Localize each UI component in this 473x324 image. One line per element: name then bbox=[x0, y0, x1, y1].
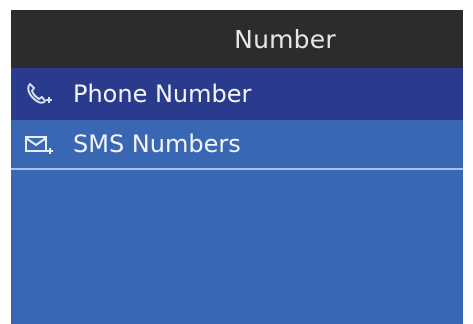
menu-item-sms-numbers[interactable]: SMS Numbers bbox=[11, 120, 463, 170]
header-bar: Number bbox=[11, 10, 463, 68]
page-title: Number bbox=[234, 24, 336, 54]
menu-item-label: SMS Numbers bbox=[73, 130, 241, 158]
envelope-add-icon bbox=[23, 132, 55, 156]
phone-screen: Number Phone Number SMS Numbers bbox=[11, 10, 463, 324]
phone-add-icon bbox=[23, 82, 55, 106]
menu-list: Phone Number SMS Numbers bbox=[11, 68, 463, 170]
menu-item-label: Phone Number bbox=[73, 80, 252, 108]
menu-item-phone-number[interactable]: Phone Number bbox=[11, 68, 463, 120]
